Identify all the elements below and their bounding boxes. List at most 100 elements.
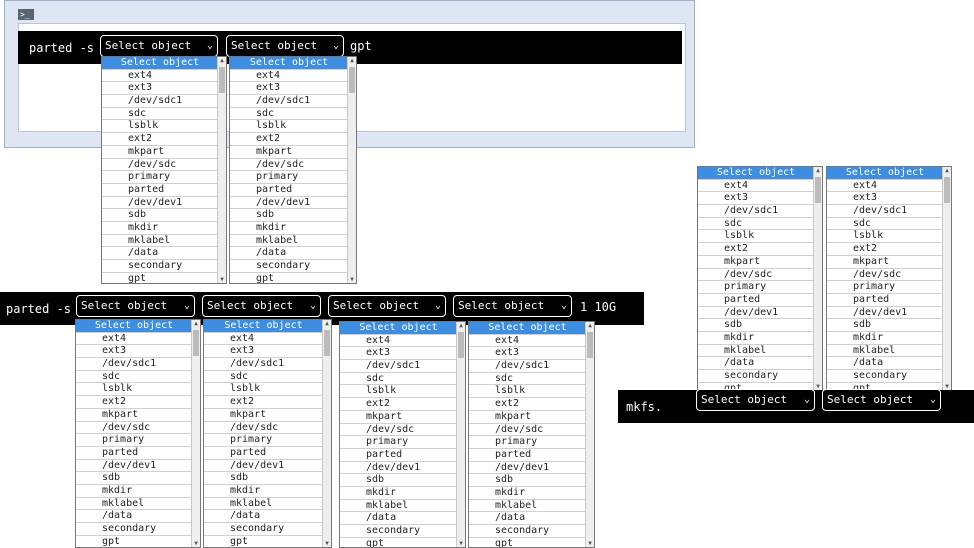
dropdown-option[interactable]: primary: [230, 171, 348, 184]
dropdown-option[interactable]: ext4: [204, 333, 323, 346]
dropdown-option[interactable]: /data: [230, 247, 348, 260]
dropdown-option[interactable]: /dev/sdc: [698, 269, 814, 282]
dropdown-option[interactable]: primary: [827, 281, 943, 294]
dropdown-option[interactable]: ext3: [102, 82, 218, 96]
dropdown-option[interactable]: sdc: [469, 373, 586, 386]
dropdown-option[interactable]: ext3: [340, 347, 457, 361]
dropdown-option[interactable]: /data: [698, 357, 814, 370]
dropdown-option[interactable]: secondary: [102, 260, 218, 273]
scroll-up-icon[interactable]: ▲: [348, 57, 356, 64]
dropdown-option[interactable]: /dev/sdc1: [340, 360, 457, 373]
dropdown-option[interactable]: mklabel: [698, 345, 814, 358]
dropdown-list-row3-1[interactable]: Select object ext4 ext3/dev/sdc1 sdc lsblk ex…: [697, 166, 823, 391]
dropdown-option[interactable]: mkdir: [76, 485, 192, 498]
dropdown-option[interactable]: sdb: [698, 319, 814, 332]
dropdown-option[interactable]: ext4: [230, 70, 348, 83]
dropdown-option[interactable]: parted: [340, 449, 457, 462]
dropdown-option[interactable]: sdc: [102, 108, 218, 121]
dropdown-option[interactable]: mkdir: [469, 487, 586, 500]
dropdown-option[interactable]: mkpart: [698, 256, 814, 269]
dropdown-option[interactable]: sdc: [230, 108, 348, 121]
dropdown-option[interactable]: mkdir: [698, 332, 814, 345]
dropdown-option[interactable]: sdb: [827, 319, 943, 332]
dropdown-option[interactable]: gpt: [230, 273, 348, 283]
scrollbar-thumb[interactable]: [219, 67, 225, 93]
dropdown-option[interactable]: mkdir: [340, 487, 457, 500]
dropdown-option[interactable]: sdb: [204, 472, 323, 485]
dropdown-option[interactable]: /dev/sdc1: [76, 358, 192, 371]
dropdown-option[interactable]: ext2: [204, 396, 323, 409]
dropdown-option[interactable]: sdc: [827, 218, 943, 231]
dropdown-option[interactable]: mkpart: [102, 146, 218, 159]
dropdown-option[interactable]: mkpart: [76, 409, 192, 422]
scrollbar[interactable]: ▲ ▼: [585, 322, 594, 547]
dropdown-option[interactable]: lsblk: [827, 230, 943, 244]
scroll-up-icon[interactable]: ▲: [586, 322, 594, 329]
scroll-up-icon[interactable]: ▲: [218, 57, 226, 64]
dropdown-option[interactable]: /dev/dev1: [698, 307, 814, 320]
scrollbar-thumb[interactable]: [944, 177, 950, 203]
dropdown-option[interactable]: mklabel: [827, 345, 943, 358]
dropdown-option[interactable]: /dev/sdc: [230, 159, 348, 172]
dropdown-option[interactable]: ext2: [102, 133, 218, 146]
dropdown-option[interactable]: sdb: [469, 474, 586, 487]
dropdown-option[interactable]: secondary: [698, 370, 814, 383]
dropdown-option[interactable]: /dev/sdc: [340, 424, 457, 437]
dropdown-option[interactable]: /dev/dev1: [469, 462, 586, 475]
dropdown-option[interactable]: primary: [76, 434, 192, 447]
scroll-down-icon[interactable]: ▼: [192, 540, 200, 547]
dropdown-option[interactable]: lsblk: [102, 120, 218, 134]
dropdown-option[interactable]: ext4: [827, 180, 943, 193]
dropdown-list-row2-3[interactable]: Select object ext4 ext3/dev/sdc1 sdc lsblk ex…: [339, 321, 466, 548]
dropdown-option[interactable]: /dev/sdc1: [469, 360, 586, 373]
dropdown-option[interactable]: secondary: [76, 523, 192, 536]
scroll-up-icon[interactable]: ▲: [323, 320, 331, 327]
scrollbar[interactable]: ▲ ▼: [456, 322, 465, 547]
dropdown-option[interactable]: parted: [230, 184, 348, 197]
dropdown-option[interactable]: mkpart: [204, 409, 323, 422]
scrollbar-thumb[interactable]: [458, 332, 464, 358]
option-highlighted[interactable]: Select object: [827, 167, 943, 180]
scrollbar[interactable]: ▲ ▼: [813, 167, 822, 390]
dropdown-option[interactable]: lsblk: [698, 230, 814, 244]
dropdown-option[interactable]: /dev/sdc: [469, 424, 586, 437]
dropdown-option[interactable]: ext2: [698, 243, 814, 256]
dropdown-option[interactable]: sdc: [76, 371, 192, 384]
dropdown-option[interactable]: /dev/dev1: [102, 197, 218, 210]
dropdown-list-row2-2[interactable]: Select object ext4 ext3/dev/sdc1 sdc lsblk ex…: [203, 319, 332, 548]
dropdown-option[interactable]: ext3: [230, 82, 348, 96]
option-highlighted[interactable]: Select object: [698, 167, 814, 180]
dropdown-option[interactable]: parted: [827, 294, 943, 307]
select-row1-1[interactable]: Select object ⌄: [100, 35, 218, 57]
option-highlighted[interactable]: Select object: [102, 57, 218, 70]
dropdown-list-row1-1[interactable]: Select object ext4 ext3/dev/sdc1 sdc lsblk ex…: [101, 56, 227, 284]
dropdown-option[interactable]: sdc: [340, 373, 457, 386]
dropdown-option[interactable]: ext4: [340, 335, 457, 348]
dropdown-option[interactable]: /dev/sdc1: [827, 205, 943, 218]
dropdown-option[interactable]: ext3: [204, 345, 323, 359]
select-row2-3[interactable]: Select object ⌄: [328, 295, 446, 317]
dropdown-option[interactable]: secondary: [340, 525, 457, 538]
scrollbar[interactable]: ▲ ▼: [942, 167, 951, 390]
dropdown-option[interactable]: ext2: [76, 396, 192, 409]
dropdown-option[interactable]: sdb: [102, 209, 218, 222]
dropdown-option[interactable]: /dev/sdc1: [698, 205, 814, 218]
scrollbar-thumb[interactable]: [349, 67, 355, 93]
dropdown-option[interactable]: mklabel: [230, 235, 348, 248]
select-row3-1[interactable]: Select object ⌄: [696, 389, 815, 411]
dropdown-option[interactable]: ext4: [76, 333, 192, 346]
dropdown-option[interactable]: parted: [102, 184, 218, 197]
dropdown-option[interactable]: ext2: [469, 398, 586, 411]
dropdown-option[interactable]: ext4: [102, 70, 218, 83]
dropdown-option[interactable]: primary: [469, 436, 586, 449]
scrollbar-thumb[interactable]: [324, 330, 330, 356]
scrollbar-thumb[interactable]: [815, 177, 821, 203]
dropdown-option[interactable]: sdc: [204, 371, 323, 384]
scroll-down-icon[interactable]: ▼: [586, 540, 594, 547]
scrollbar[interactable]: ▲ ▼: [347, 57, 356, 283]
dropdown-option[interactable]: mkdir: [230, 222, 348, 235]
dropdown-option[interactable]: lsblk: [204, 383, 323, 397]
dropdown-option[interactable]: secondary: [827, 370, 943, 383]
dropdown-option[interactable]: mkdir: [102, 222, 218, 235]
dropdown-option[interactable]: ext2: [827, 243, 943, 256]
